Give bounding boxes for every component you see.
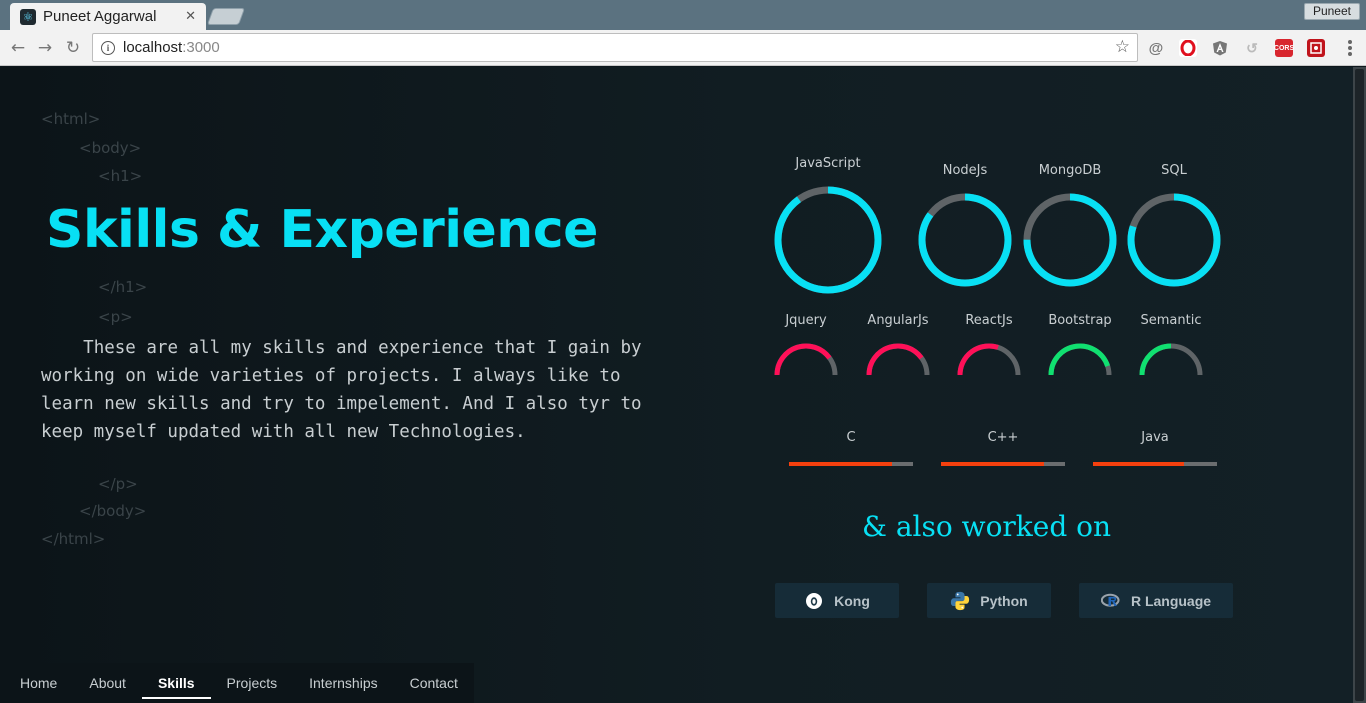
- language-bar: [789, 462, 913, 466]
- address-bar[interactable]: i localhost:3000 ☆: [92, 33, 1138, 62]
- skills-section: <html> <body> <h1> Skills & Experience <…: [0, 67, 1353, 703]
- tech-label: Kong: [834, 592, 870, 609]
- info-icon[interactable]: i: [101, 40, 115, 55]
- p-open-tag: <p>: [98, 308, 133, 326]
- body-open-tag: <body>: [79, 139, 142, 157]
- arc-track: [1048, 343, 1112, 376]
- back-arrow-icon[interactable]: ←: [8, 38, 28, 58]
- browser-tab-strip: ⚛ Puneet Aggarwal ✕ Puneet: [0, 0, 1366, 30]
- arc-track: [774, 343, 838, 376]
- language-label: C: [846, 430, 856, 445]
- language-bar: [1093, 462, 1217, 466]
- circle-skill-gauge: [1127, 193, 1221, 287]
- arc-fill: [1139, 343, 1172, 376]
- language-bar-fill: [789, 462, 892, 466]
- page-scrollbar[interactable]: [1353, 67, 1366, 703]
- language-bar: [941, 462, 1065, 466]
- bottom-navigation: Home About Skills Projects Internships C…: [4, 663, 474, 703]
- nav-home[interactable]: Home: [4, 663, 73, 703]
- skills-description: These are all my skills and experience t…: [41, 338, 653, 442]
- opera-icon[interactable]: [1179, 39, 1197, 57]
- refresh-ext-icon[interactable]: ↺: [1243, 39, 1261, 57]
- circle-skill-label: NodeJs: [942, 163, 988, 178]
- arc-skill-gauge: [866, 343, 930, 376]
- tech-card-python: Python: [927, 583, 1051, 618]
- arc-skill-label: Semantic: [1140, 313, 1202, 328]
- circle-skill-gauge: [918, 193, 1012, 287]
- arc-fill: [1048, 343, 1110, 376]
- also-worked-heading: & also worked on: [862, 510, 1112, 543]
- tech-label: Python: [980, 592, 1028, 609]
- angular-icon[interactable]: [1211, 39, 1229, 57]
- profile-button[interactable]: Puneet: [1303, 3, 1360, 20]
- gauge-fill: [774, 186, 882, 294]
- url-port: :3000: [182, 39, 220, 56]
- arc-fill: [957, 343, 999, 376]
- p-close-tag: </p>: [98, 475, 138, 493]
- language-bar-fill: [941, 462, 1044, 466]
- scrollbar-thumb[interactable]: [1355, 69, 1364, 701]
- language-bar-fill: [1093, 462, 1184, 466]
- browser-tab[interactable]: ⚛ Puneet Aggarwal ✕: [10, 3, 206, 30]
- python-icon: [950, 591, 970, 611]
- body-close-tag: </body>: [79, 502, 147, 520]
- nav-about[interactable]: About: [73, 663, 142, 703]
- circle-skill-gauge: [1023, 193, 1117, 287]
- html-open-tag: <html>: [41, 110, 101, 128]
- arc-track: [1139, 343, 1203, 376]
- browser-menu-icon[interactable]: [1348, 40, 1352, 56]
- arc-skill-gauge: [774, 343, 838, 376]
- kong-icon: [804, 591, 824, 611]
- nav-skills[interactable]: Skills: [141, 663, 211, 703]
- nav-internships[interactable]: Internships: [293, 663, 393, 703]
- language-label: C++: [987, 430, 1019, 445]
- arc-track: [957, 343, 1021, 376]
- new-tab-button[interactable]: [206, 8, 246, 25]
- tech-label: R Language: [1130, 592, 1212, 609]
- nav-projects[interactable]: Projects: [211, 663, 294, 703]
- h1-open-tag: <h1>: [98, 167, 143, 185]
- page-title: Skills & Experience: [46, 200, 598, 260]
- react-favicon-icon: ⚛: [20, 8, 36, 25]
- arc-skill-gauge: [1048, 343, 1112, 376]
- circle-skill-label: MongoDB: [1038, 163, 1102, 178]
- browser-toolbar: ← → ↻ i localhost:3000 ☆ @ ↺ CORS: [0, 30, 1366, 66]
- url-host: localhost: [123, 39, 183, 56]
- reload-icon[interactable]: ↻: [63, 38, 83, 58]
- arc-track: [866, 343, 930, 376]
- arc-fill: [774, 343, 832, 376]
- circle-skill-label: JavaScript: [795, 156, 861, 171]
- circle-skill-label: SQL: [1161, 163, 1187, 178]
- circle-skill-gauge: [774, 186, 882, 294]
- tech-card-kong: Kong: [775, 583, 899, 618]
- at-icon[interactable]: @: [1147, 39, 1165, 57]
- r-language-icon: [1100, 591, 1121, 611]
- arc-skill-gauge: [957, 343, 1021, 376]
- cors-icon[interactable]: CORS: [1274, 39, 1294, 57]
- html-close-tag: </html>: [41, 530, 106, 548]
- forward-arrow-icon[interactable]: →: [35, 38, 55, 58]
- tech-card-r-language: R Language: [1079, 583, 1233, 618]
- arc-skill-gauge: [1139, 343, 1203, 376]
- tab-close-icon[interactable]: ✕: [185, 9, 196, 24]
- bookmark-star-icon[interactable]: ☆: [1115, 37, 1130, 57]
- nav-contact[interactable]: Contact: [394, 663, 474, 703]
- arc-fill: [866, 343, 924, 376]
- h1-close-tag: </h1>: [98, 278, 148, 296]
- tab-title: Puneet Aggarwal: [43, 8, 157, 25]
- screenshot-icon[interactable]: [1307, 39, 1325, 57]
- language-label: Java: [1141, 430, 1169, 445]
